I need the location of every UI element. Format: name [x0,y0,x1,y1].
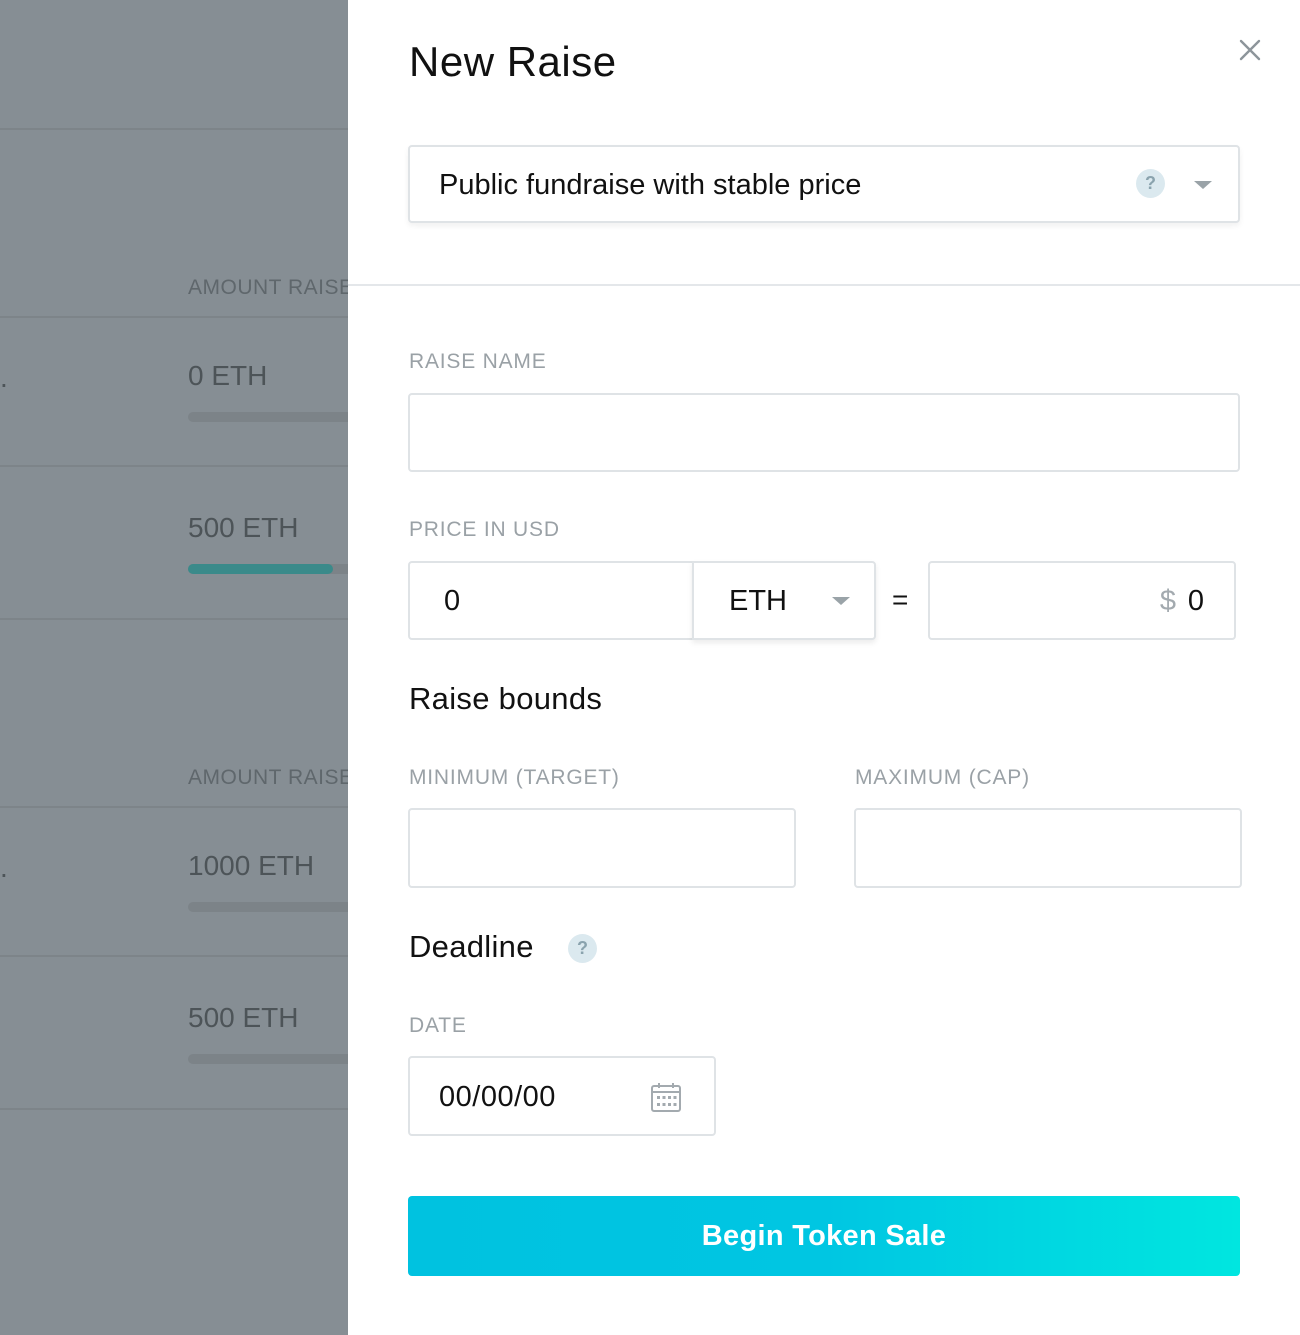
progress-bar [188,1054,348,1064]
truncated-text: . [0,852,8,883]
raise-type-value: Public fundraise with stable price [439,169,862,201]
progress-fill [188,564,333,574]
maximum-input[interactable] [854,808,1242,888]
raise-name-label: RAISE NAME [409,350,547,373]
raise-name-input[interactable] [408,393,1240,472]
progress-bar [188,412,348,422]
date-label: DATE [409,1014,467,1037]
raise-type-select[interactable]: Public fundraise with stable price ? [408,145,1240,223]
help-icon[interactable]: ? [1136,169,1165,198]
section-divider [348,284,1300,286]
column-header-amount-raised: AMOUNT RAISE [188,766,348,789]
amount-raised-value: 1000 ETH [188,850,315,881]
maximum-label: MAXIMUM (CAP) [855,766,1030,789]
usd-value-field[interactable]: $ 0 [928,561,1236,640]
equals-sign: = [892,584,909,615]
chevron-down-icon [832,597,850,605]
dollar-sign: $ [1159,585,1176,617]
calendar-icon[interactable] [650,1081,682,1113]
date-value: 00/00/00 [439,1081,556,1113]
usd-value: 0 [1187,585,1204,617]
currency-value: ETH [729,585,787,617]
deadline-title: Deadline [409,929,534,964]
amount-raised-value: 500 ETH [188,1002,299,1033]
panel-title: New Raise [409,38,617,85]
divider [0,955,348,957]
close-button[interactable] [1236,36,1264,64]
raise-bounds-title: Raise bounds [409,681,603,716]
column-header-amount-raised: AMOUNT RAISE [188,276,348,299]
date-input[interactable]: 00/00/00 [408,1056,716,1136]
currency-select[interactable]: ETH [692,561,876,640]
price-amount-value: 0 [444,585,461,617]
minimum-input[interactable] [408,808,796,888]
truncated-text: . [0,362,8,393]
new-raise-panel: New Raise Public fundraise with stable p… [348,0,1300,1335]
divider [0,465,348,467]
close-icon [1239,39,1261,61]
background-overlay: AMOUNT RAISE . 0 ETH 500 ETH AMOUNT RAIS… [0,0,348,1335]
divider [0,618,348,620]
divider [0,806,348,808]
progress-bar [188,564,348,574]
minimum-label: MINIMUM (TARGET) [409,766,620,789]
price-amount-input[interactable]: 0 [408,561,695,640]
price-label: PRICE IN USD [409,518,560,541]
divider [0,1108,348,1110]
begin-token-sale-button[interactable]: Begin Token Sale [408,1196,1240,1276]
divider [0,316,348,318]
help-icon[interactable]: ? [568,934,597,963]
chevron-down-icon [1194,181,1212,189]
divider [0,128,348,130]
progress-bar [188,902,348,912]
amount-raised-value: 0 ETH [188,360,268,391]
amount-raised-value: 500 ETH [188,512,299,543]
